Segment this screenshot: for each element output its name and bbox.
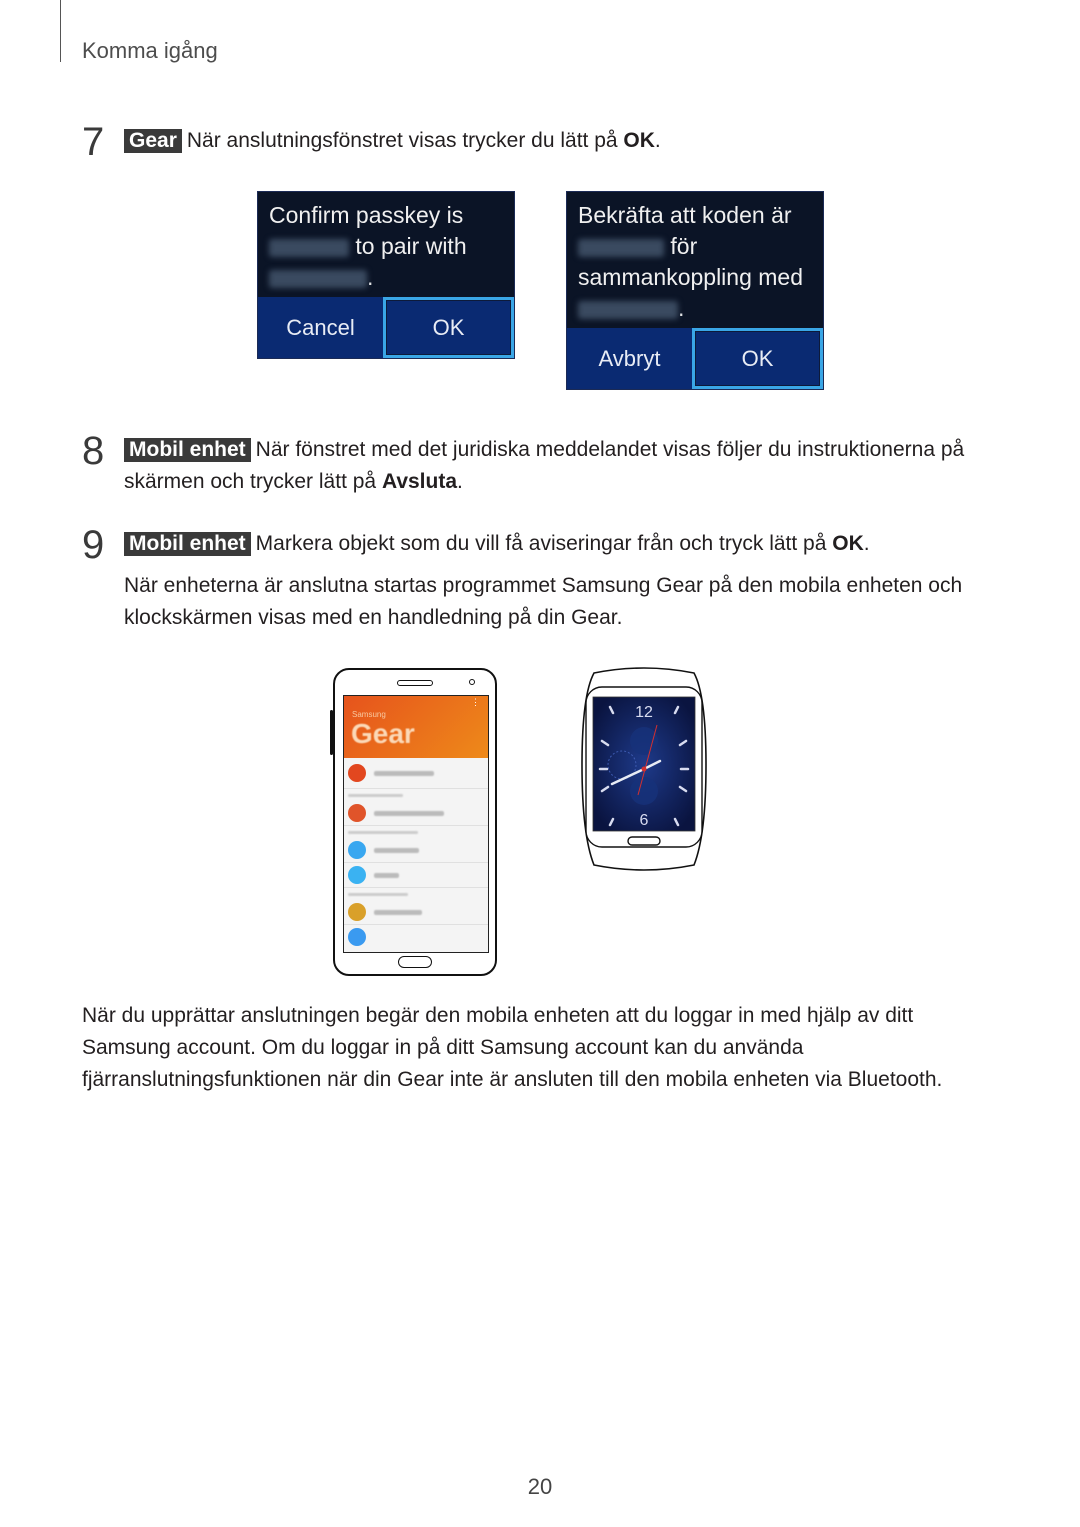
step-9-number: 9	[82, 523, 105, 567]
device-tag: Mobil enhet	[124, 438, 251, 462]
ok-emphasis: OK	[832, 532, 864, 555]
dialog-period: .	[367, 264, 374, 290]
music-track-row	[344, 838, 488, 863]
blurred-passkey	[269, 238, 349, 257]
dialog-line-2: för	[670, 233, 698, 259]
period: .	[863, 532, 870, 555]
ok-button[interactable]: OK	[383, 297, 514, 358]
device-tag: Gear	[124, 129, 182, 153]
avbryt-button[interactable]: Avbryt	[567, 328, 692, 389]
image-row	[344, 863, 488, 888]
home-icon	[348, 804, 366, 822]
notifications-row	[344, 900, 488, 925]
step-7-number: 7	[82, 120, 105, 164]
settings-icon	[348, 928, 366, 946]
period: .	[457, 470, 463, 493]
dialog-line-1: Confirm passkey is	[269, 202, 464, 228]
watch-icon	[348, 764, 366, 782]
front-camera	[469, 679, 475, 685]
blurred-passkey	[578, 238, 664, 257]
step-7-text: Gear När anslutningsfönstret visas trycke…	[124, 125, 1024, 157]
home-screen-style-row	[344, 801, 488, 826]
period: .	[654, 129, 661, 152]
home-button	[398, 956, 432, 968]
phone-illustration: Samsung Gear ⋮	[330, 668, 497, 976]
step-9-body: Markera objekt som du vill få aviseringa…	[255, 532, 833, 555]
image-icon	[348, 866, 366, 884]
step-8-text: Mobil enhet När fönstret med det juridisk…	[124, 434, 1004, 498]
device-tag: Mobil enhet	[124, 532, 251, 556]
page-number: 20	[527, 1474, 553, 1499]
more-options-icon: ⋮	[471, 697, 480, 707]
step-9-note: När enheterna är anslutna startas progra…	[124, 574, 963, 629]
app-title: Gear	[351, 718, 415, 749]
dialog-line-1: Bekräfta att koden är	[578, 202, 792, 228]
phone-screen: Samsung Gear ⋮	[343, 695, 489, 953]
device-row	[344, 758, 488, 789]
dialog-line-2: to pair with	[355, 233, 467, 259]
gear-app-header: Samsung Gear ⋮	[344, 696, 488, 758]
step-7-body: När anslutningsfönstret visas trycker du…	[186, 129, 624, 152]
notifications-icon	[348, 903, 366, 921]
ok-button[interactable]: OK	[692, 328, 823, 389]
numeral-12: 12	[635, 704, 653, 721]
numeral-6: 6	[640, 812, 649, 829]
speaker-grille	[397, 680, 433, 686]
subdial-top	[630, 727, 658, 755]
side-key	[330, 710, 333, 755]
footer-paragraph: När du upprättar anslutningen begär den …	[82, 1004, 943, 1091]
cancel-button[interactable]: Cancel	[258, 297, 383, 358]
step-9-text: Mobil enhet Markera objekt som du vill få…	[124, 528, 1024, 560]
step-8-number: 8	[82, 429, 105, 473]
music-icon	[348, 841, 366, 859]
blurred-device-name	[578, 300, 678, 319]
subdial-bottom	[630, 777, 658, 805]
dialog-line-3: sammankoppling med	[578, 264, 804, 290]
avsluta-emphasis: Avsluta	[381, 470, 458, 493]
header-rule	[60, 0, 61, 62]
passkey-dialog-english: Confirm passkey is to pair with . Cancel…	[257, 191, 515, 359]
hand-pivot	[641, 766, 647, 772]
watch-illustration: 12 6	[581, 667, 707, 871]
section-title: Komma igång	[82, 38, 218, 63]
passkey-dialog-swedish: Bekräfta att koden är för sammankoppling…	[566, 191, 824, 390]
blurred-device-name	[269, 269, 367, 288]
ok-emphasis: OK	[623, 129, 655, 152]
dialog-period: .	[678, 295, 685, 321]
watch-home-button	[627, 836, 661, 846]
